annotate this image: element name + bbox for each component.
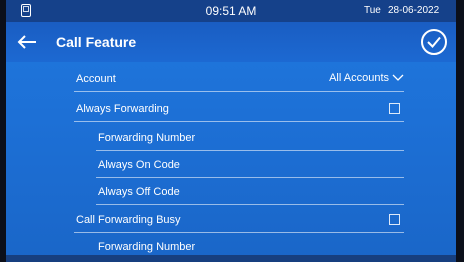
check-circle-icon[interactable] <box>420 28 448 56</box>
row-divider <box>74 91 404 92</box>
always-off-code-row[interactable]: Always Off Code <box>96 185 404 205</box>
arrow-left-icon[interactable] <box>16 30 38 54</box>
always-forwarding-checkbox[interactable] <box>389 103 400 114</box>
account-select[interactable]: All Accounts <box>329 72 404 84</box>
always-on-code-row[interactable]: Always On Code <box>96 158 404 178</box>
row-divider <box>74 121 404 122</box>
header: Call Feature <box>6 22 456 62</box>
row-divider <box>96 150 404 151</box>
row-divider <box>96 177 404 178</box>
call-forwarding-busy-checkbox[interactable] <box>389 214 400 225</box>
always-forwarding-label: Always Forwarding <box>76 103 169 115</box>
always-off-code-label: Always Off Code <box>98 186 180 198</box>
chevron-down-icon <box>392 74 404 82</box>
status-date: 28-06-2022 <box>388 5 440 16</box>
page-title: Call Feature <box>56 34 137 50</box>
bottom-bar <box>6 255 456 262</box>
forwarding-number-label: Forwarding Number <box>98 132 196 144</box>
call-feature-screen: 09:51 AM Tue 28-06-2022 Call Feature Acc… <box>6 0 456 262</box>
row-divider <box>96 204 404 205</box>
always-on-code-label: Always On Code <box>98 159 180 171</box>
account-label: Account <box>76 73 116 85</box>
busy-forwarding-number-label: Forwarding Number <box>98 241 196 253</box>
call-forwarding-busy-label: Call Forwarding Busy <box>76 214 181 226</box>
account-row[interactable]: Account All Accounts <box>74 72 404 92</box>
call-forwarding-busy-row[interactable]: Call Forwarding Busy <box>74 213 404 233</box>
forwarding-number-row[interactable]: Forwarding Number <box>96 131 404 151</box>
status-bar: 09:51 AM Tue 28-06-2022 <box>6 0 456 22</box>
account-select-value: All Accounts <box>329 72 389 84</box>
always-forwarding-row[interactable]: Always Forwarding <box>74 102 404 122</box>
status-day: Tue <box>364 5 381 16</box>
row-divider <box>74 232 404 233</box>
